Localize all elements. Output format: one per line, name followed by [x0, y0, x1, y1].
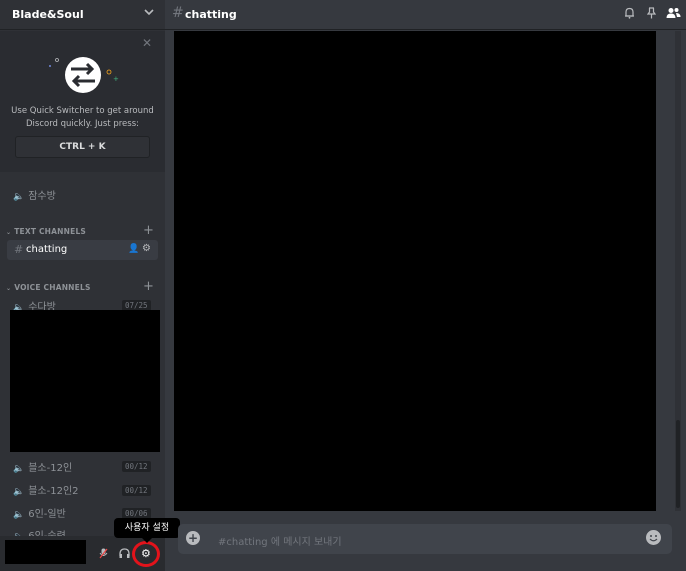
voice-channel[interactable]: 🔈 블소-12인2 — [13, 482, 79, 497]
category-text-channels[interactable]: ⌄ TEXT CHANNELS — [6, 227, 86, 236]
headphones-icon[interactable] — [119, 548, 130, 562]
speaker-icon: 🔈 — [13, 464, 25, 474]
category-label: VOICE CHANNELS — [14, 283, 91, 292]
add-channel-icon[interactable]: + — [143, 224, 154, 237]
mic-icon[interactable] — [99, 548, 108, 562]
channel-label: 6인-일반 — [28, 509, 66, 520]
upload-plus-icon[interactable]: + — [186, 531, 200, 545]
server-name: Blade&Soul — [12, 8, 84, 21]
channel-label: chatting — [26, 244, 68, 255]
speaker-icon: 🔈 — [13, 510, 25, 520]
category-voice-channels[interactable]: ⌄ VOICE CHANNELS — [6, 283, 91, 292]
members-icon[interactable] — [666, 7, 681, 22]
voice-channel[interactable]: 🔈 블소-12인 — [13, 459, 72, 474]
channel-label: 블소-12인2 — [28, 486, 79, 497]
message-composer[interactable]: + #chatting 에 메시지 보내기 — [178, 524, 672, 554]
svg-text:+: + — [113, 75, 119, 83]
gear-icon[interactable]: ⚙ — [142, 243, 151, 254]
channel-label: 잠수방 — [28, 191, 56, 202]
bell-icon[interactable] — [624, 7, 635, 22]
speaker-icon: 🔈 — [13, 192, 25, 202]
chevron-down-icon: ⌄ — [6, 229, 12, 236]
redacted-user-list — [10, 310, 160, 452]
channel-sidebar: Blade&Soul ✕ + Use Quick Switcher to get… — [0, 0, 165, 571]
chevron-down-icon: ⌄ — [6, 285, 12, 292]
speaker-icon: 🔈 — [13, 487, 25, 497]
hash-icon: # — [172, 5, 184, 21]
add-channel-icon[interactable]: + — [143, 280, 154, 293]
channel-header: # chatting — [165, 0, 686, 30]
category-label: TEXT CHANNELS — [14, 227, 87, 236]
chevron-down-icon[interactable] — [144, 6, 154, 20]
quick-switcher-text: Use Quick Switcher to get around Discord… — [11, 106, 154, 129]
pin-icon[interactable] — [646, 7, 657, 22]
voice-channel[interactable]: 🔈 6인-일반 — [13, 505, 66, 520]
emoji-icon[interactable] — [646, 530, 661, 545]
channel-label: 블소-12인 — [28, 463, 73, 474]
close-icon[interactable]: ✕ — [142, 36, 152, 50]
message-list-redacted — [174, 31, 656, 511]
shortcut-key-badge: CTRL + K — [15, 136, 150, 158]
channel-title: chatting — [185, 8, 237, 21]
server-header[interactable]: Blade&Soul — [0, 0, 165, 30]
text-channel-chatting[interactable]: # chatting 👤 ⚙ — [7, 240, 158, 260]
voice-user-count: 00/12 — [122, 461, 151, 472]
invite-icon[interactable]: 👤 — [128, 244, 139, 254]
voice-user-count: 00/12 — [122, 485, 151, 496]
gear-icon[interactable]: ⚙ — [141, 547, 151, 560]
quick-switcher-arrows-icon: + — [49, 57, 119, 93]
redacted-username — [5, 540, 86, 564]
user-settings-tooltip: 사용자 설정 — [114, 518, 180, 543]
hash-icon: # — [14, 243, 24, 256]
voice-channel-jamsubang[interactable]: 🔈 잠수방 — [13, 187, 56, 202]
message-input[interactable]: #chatting 에 메시지 보내기 — [218, 533, 342, 548]
scrollbar-thumb[interactable] — [676, 420, 680, 508]
